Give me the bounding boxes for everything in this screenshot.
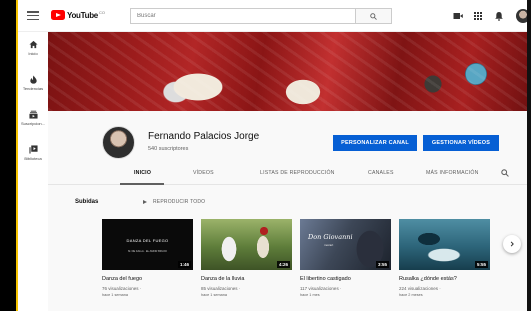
carousel-next-button[interactable] [503,235,521,253]
play-all-button[interactable]: REPRODUCIR TODO [143,199,205,205]
menu-icon[interactable] [27,11,39,21]
channel-tabs: INICIO VÍDEOS LISTAS DE REPRODUCCIÓN CAN… [48,163,531,185]
video-duration: 5:55 [474,261,488,268]
video-thumbnail[interactable]: 4:26 [201,219,292,270]
top-bar: YouTube CO [18,0,531,32]
thumbnail-subtext: mozart [324,243,334,247]
video-card[interactable]: DANZA DEL FUEGO M. DE FALLA · EL AMOR BR… [102,219,193,297]
apps-grid-icon[interactable] [473,11,483,21]
video-thumbnail[interactable]: 5:55 [399,219,490,270]
channel-name: Fernando Palacios Jorge [148,131,260,142]
search-input[interactable] [131,9,355,23]
screen-frame: YouTube CO Inicio Tendencias [0,0,531,311]
play-icon [143,200,147,204]
video-card[interactable]: Don Giovanni mozart 3:55 El libertino ca… [300,219,391,297]
sidebar-item-label: Tendencias [22,86,44,91]
sidebar-item-trending[interactable]: Tendencias [18,75,48,91]
create-video-icon[interactable] [453,11,463,21]
video-duration: 3:55 [375,261,389,268]
video-title[interactable]: Danza de la lluvia [201,276,292,282]
chevron-right-icon [510,241,514,247]
fire-icon [29,75,37,84]
video-age: hace 1 semana [201,293,227,297]
youtube-window: YouTube CO Inicio Tendencias [18,0,531,311]
video-views: 224 visualizaciones · [399,286,441,291]
video-duration: 1:46 [177,261,191,268]
logo-country: CO [98,10,105,15]
video-age: hace 2 meses [399,293,423,297]
search-button[interactable] [355,9,391,23]
search-icon [370,12,377,20]
channel-banner [48,32,531,111]
customize-channel-button[interactable]: PERSONALIZAR CANAL [333,135,417,151]
thumbnail-text: DANZA DEL FUEGO [126,238,169,243]
active-tab-indicator [120,183,164,185]
thumbnail-text: Don Giovanni [308,233,353,241]
video-age: hace 1 mes [300,293,320,297]
video-views: 85 visualizaciones · [201,286,241,291]
logo-text: YouTube [67,10,98,20]
channel-avatar [102,126,135,159]
tab-about[interactable]: MÁS INFORMACIÓN [426,170,479,176]
tab-home[interactable]: INICIO [134,170,151,176]
sidebar-item-library[interactable]: Biblioteca [18,145,48,161]
search-box [130,8,392,24]
video-card[interactable]: 5:55 Rusalka ¿dónde estás? 224 visualiza… [399,219,490,297]
sidebar-item-label: Biblioteca [24,156,42,161]
youtube-logo[interactable]: YouTube CO [51,10,105,20]
video-thumbnail[interactable]: Don Giovanni mozart 3:55 [300,219,391,270]
notifications-bell-icon[interactable] [494,11,504,21]
tab-channels[interactable]: CANALES [368,170,394,176]
tab-videos[interactable]: VÍDEOS [193,170,214,176]
manage-videos-button[interactable]: GESTIONAR VÍDEOS [423,135,499,151]
video-views: 76 visualizaciones · [102,286,142,291]
video-title[interactable]: El libertino castigado [300,276,391,282]
video-age: hace 1 semana [102,293,128,297]
subscriptions-icon [28,110,38,119]
play-all-label: REPRODUCIR TODO [153,199,206,205]
thumbnail-subtext: M. DE FALLA · EL AMOR BRUJO [128,250,167,253]
tab-playlists[interactable]: LISTAS DE REPRODUCCIÓN [260,170,335,176]
video-thumbnail[interactable]: DANZA DEL FUEGO M. DE FALLA · EL AMOR BR… [102,219,193,270]
play-logo-icon [51,10,65,20]
sidebar: Inicio Tendencias Suscripcion... Bibliot… [18,32,48,311]
subscriber-count: 540 suscriptores [148,146,189,152]
video-views: 117 visualizaciones · [300,286,342,291]
channel-search-icon[interactable] [501,169,509,177]
video-card[interactable]: 4:26 Danza de la lluvia 85 visualizacion… [201,219,292,297]
library-icon [28,145,38,154]
sidebar-item-home[interactable]: Inicio [18,40,48,56]
video-title[interactable]: Rusalka ¿dónde estás? [399,276,490,282]
frame-edge [527,0,531,311]
sidebar-item-label: Suscripcion... [20,121,45,126]
home-icon [28,40,38,49]
video-duration: 4:26 [276,261,290,268]
sidebar-item-label: Inicio [28,51,38,56]
video-title[interactable]: Danza del fuego [102,276,193,282]
section-title[interactable]: Subidas [75,199,98,205]
sidebar-item-subscriptions[interactable]: Suscripcion... [18,110,48,126]
